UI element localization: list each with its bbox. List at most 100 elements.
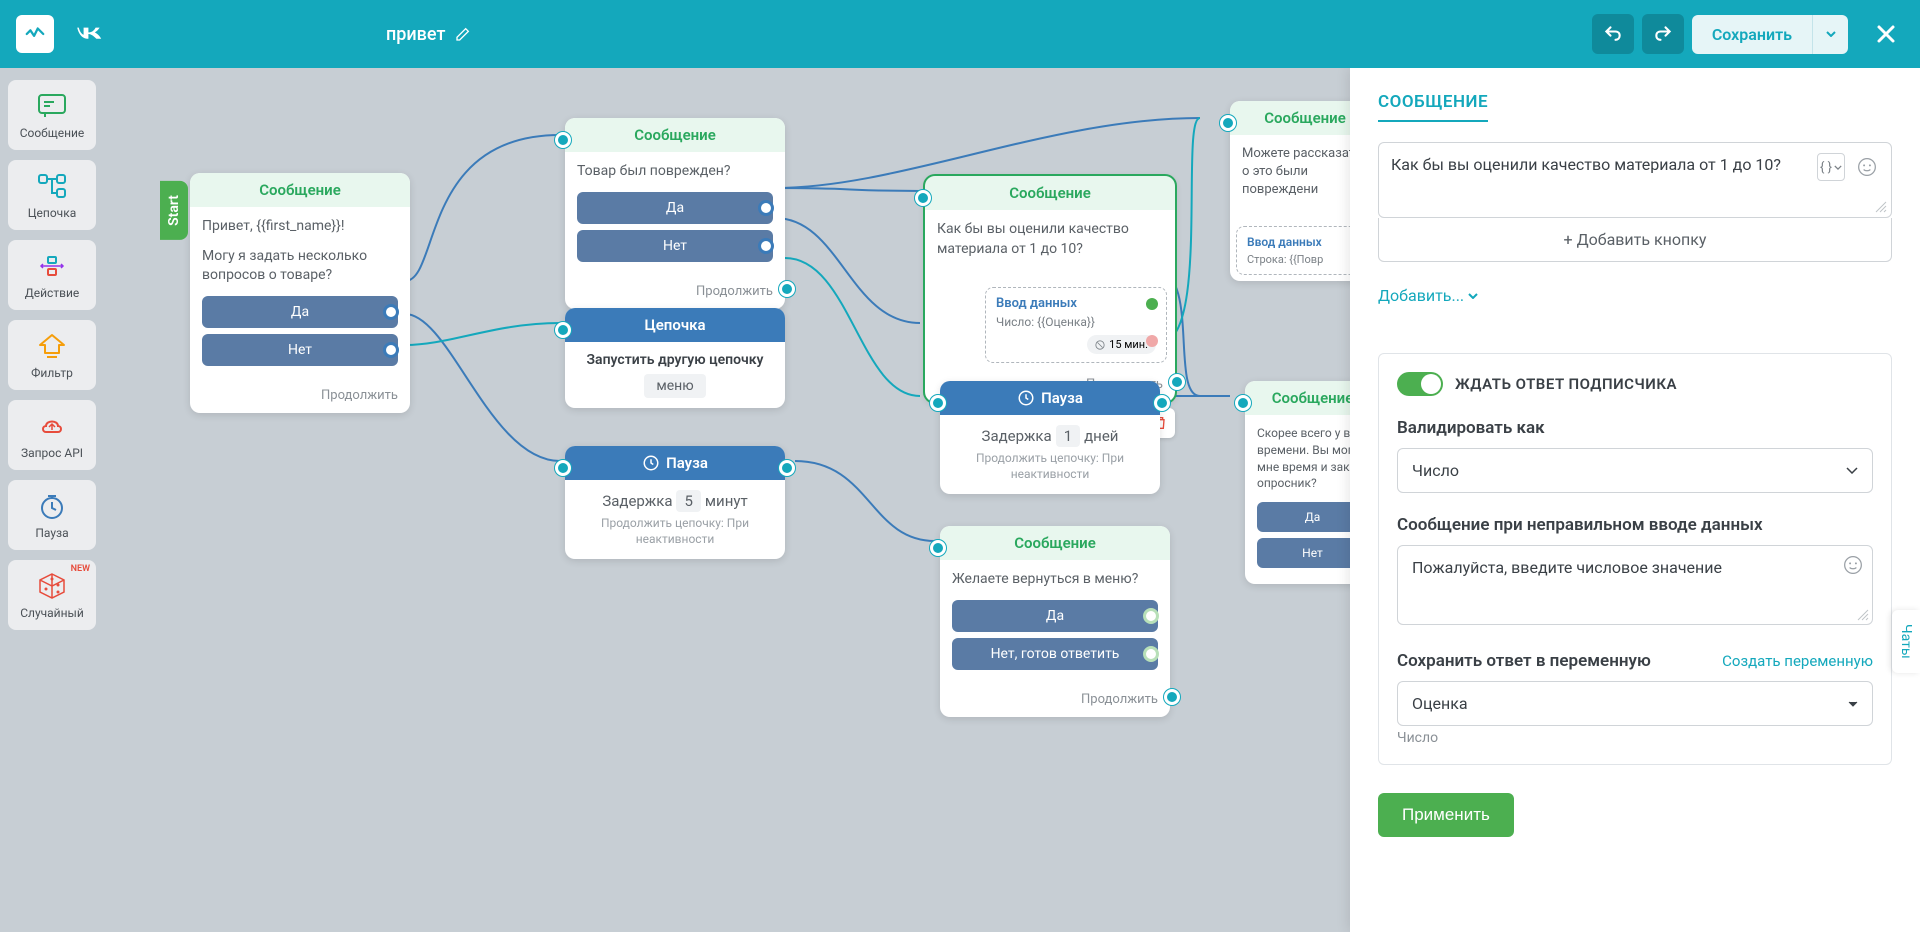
node-start-message[interactable]: Start Сообщение Привет, {{first_name}}! … [190, 173, 410, 413]
node-chain[interactable]: Цепочка Запустить другую цепочку меню [565, 308, 785, 408]
pause-delay: Задержка1дней [952, 427, 1148, 445]
message-input-wrap: { } [1378, 142, 1892, 218]
node-header: Сообщение [940, 526, 1170, 560]
error-msg-textarea[interactable] [1397, 545, 1873, 625]
add-element-link[interactable]: Добавить... [1378, 286, 1478, 305]
port-out[interactable] [1164, 689, 1180, 705]
pause-icon [36, 490, 68, 522]
node-button-no[interactable]: Нет [202, 334, 398, 366]
port-in[interactable] [930, 540, 946, 556]
validate-select[interactable]: Число [1397, 448, 1873, 493]
api-icon [36, 410, 68, 442]
tool-chain[interactable]: Цепочка [8, 160, 96, 230]
edit-icon[interactable] [455, 26, 471, 42]
chain-icon [36, 170, 68, 202]
node-text: Привет, {{first_name}}! [202, 217, 398, 237]
tool-label: Запрос API [21, 446, 83, 460]
wait-label: ЖДАТЬ ОТВЕТ ПОДПИСЧИКА [1455, 375, 1677, 393]
tool-label: Действие [25, 286, 80, 300]
variable-select[interactable]: Оценка [1397, 681, 1873, 726]
node-pause-1day[interactable]: Пауза Задержка1дней Продолжить цепочку: … [940, 381, 1160, 494]
node-pause-5min[interactable]: Пауза Задержка5минут Продолжить цепочку:… [565, 446, 785, 559]
var-type: Число [1397, 730, 1873, 746]
node-text: Как бы вы оценили качество материала от … [937, 220, 1163, 259]
tool-action[interactable]: Действие [8, 240, 96, 310]
input-sub: Число: {{Оценка}} [996, 315, 1156, 329]
create-var-link[interactable]: Создать переменную [1722, 652, 1873, 670]
node-text: Могу я задать несколько вопросов о товар… [202, 247, 398, 286]
tool-random[interactable]: NEW Случайный [8, 560, 96, 630]
tool-api[interactable]: Запрос API [8, 400, 96, 470]
input-block[interactable]: Ввод данных Число: {{Оценка}} 15 мин. [985, 287, 1167, 363]
save-dropdown[interactable] [1812, 15, 1848, 54]
start-tab: Start [160, 181, 188, 240]
node-header: Пауза [565, 446, 785, 480]
tool-filter[interactable]: Фильтр [8, 320, 96, 390]
port-in[interactable] [555, 322, 571, 338]
undo-button[interactable] [1592, 14, 1634, 54]
tool-label: Цепочка [28, 206, 76, 220]
save-button[interactable]: Сохранить [1692, 15, 1812, 54]
port-out[interactable] [779, 460, 795, 476]
node-header: Сообщение [925, 176, 1175, 210]
wait-section: ЖДАТЬ ОТВЕТ ПОДПИСЧИКА Валидировать как … [1378, 353, 1892, 765]
node-header: Сообщение [565, 118, 785, 152]
port-in[interactable] [930, 395, 946, 411]
tool-label: Пауза [35, 526, 68, 540]
save-var-label: Сохранить ответ в переменную [1397, 651, 1651, 671]
node-header: Пауза [940, 381, 1160, 415]
port-in[interactable] [1220, 115, 1236, 131]
apply-button[interactable]: Применить [1378, 793, 1514, 837]
input-title: Ввод данных [996, 296, 1156, 311]
port-in[interactable] [555, 460, 571, 476]
filter-icon [36, 330, 68, 362]
node-return-menu[interactable]: Сообщение Желаете вернуться в меню? Да Н… [940, 526, 1170, 717]
emoji-button[interactable] [1843, 555, 1863, 579]
node-continue[interactable]: Продолжить [565, 278, 785, 309]
node-button-yes[interactable]: Да [202, 296, 398, 328]
tool-pause[interactable]: Пауза [8, 480, 96, 550]
input-port-timeout[interactable] [1146, 335, 1158, 347]
pause-sub: Продолжить цепочку: При неактивности [952, 451, 1148, 482]
dice-icon [36, 570, 68, 602]
variable-tool[interactable]: { } [1817, 153, 1845, 181]
pause-sub: Продолжить цепочку: При неактивности [577, 516, 773, 547]
node-button-no[interactable]: Нет [577, 230, 773, 262]
port-out[interactable] [779, 281, 795, 297]
input-sub: Строка: {{Повр [1247, 253, 1363, 266]
node-button-yes[interactable]: Да [952, 600, 1158, 632]
emoji-tool[interactable] [1853, 153, 1881, 181]
close-button[interactable] [1868, 16, 1904, 52]
node-button-no[interactable]: Нет, готов ответить [952, 638, 1158, 670]
redo-button[interactable] [1642, 14, 1684, 54]
pause-delay: Задержка5минут [577, 492, 773, 510]
port-out[interactable] [1154, 395, 1170, 411]
message-textarea[interactable] [1391, 155, 1809, 201]
tool-message[interactable]: Сообщение [8, 80, 96, 150]
node-text: Товар был поврежден? [577, 162, 773, 182]
tool-label: Фильтр [31, 366, 73, 380]
chats-tab[interactable]: Чаты [1892, 610, 1920, 673]
app-logo[interactable] [16, 15, 54, 53]
node-continue[interactable]: Продолжить [190, 382, 410, 413]
save-group: Сохранить [1692, 15, 1848, 54]
add-button[interactable]: + Добавить кнопку [1378, 218, 1892, 262]
node-continue[interactable]: Продолжить [940, 686, 1170, 717]
node-rating-question[interactable]: Сообщение Как бы вы оценили качество мат… [925, 176, 1175, 402]
wait-toggle[interactable] [1397, 372, 1443, 396]
node-button-yes[interactable]: Да [577, 192, 773, 224]
port-in[interactable] [555, 132, 571, 148]
resize-handle[interactable] [1875, 201, 1887, 213]
input-port-valid[interactable] [1146, 298, 1158, 310]
port-in[interactable] [915, 190, 931, 206]
resize-handle[interactable] [1857, 609, 1869, 621]
chain-text: Запустить другую цепочку [577, 352, 773, 368]
vk-icon [74, 24, 106, 44]
port-in[interactable] [1235, 395, 1251, 411]
header: привет Сохранить [0, 0, 1920, 68]
flow-title[interactable]: привет [386, 24, 471, 45]
port-out[interactable] [1169, 374, 1185, 390]
node-header: Цепочка [565, 308, 785, 342]
node-header: Сообщение [190, 173, 410, 207]
node-damaged-question[interactable]: Сообщение Товар был поврежден? Да Нет Пр… [565, 118, 785, 309]
